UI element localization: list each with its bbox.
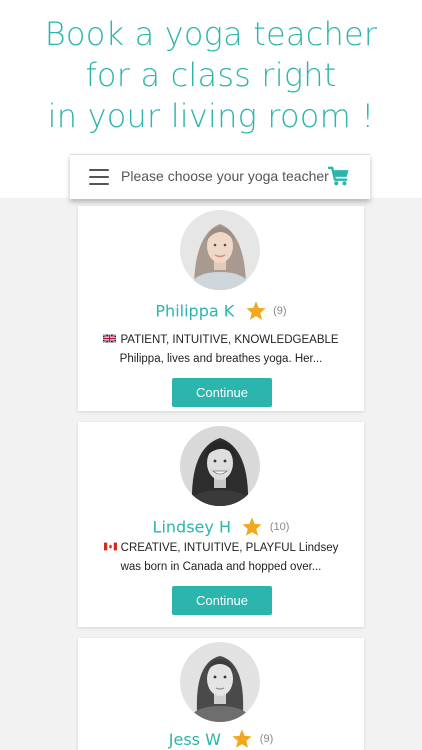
teacher-description: PATIENT, INTUITIVE, KNOWLEDGEABLE Philip… [102, 331, 340, 369]
teacher-list[interactable]: Philippa K (9) PATIENT, INTUITIVE, KNOWL… [0, 198, 422, 750]
teacher-card[interactable]: Philippa K (9) PATIENT, INTUITIVE, KNOWL… [78, 206, 364, 411]
teacher-description: CREATIVE, INTUITIVE, PLAYFUL Lindsey was… [102, 539, 340, 577]
star-icon [232, 729, 252, 748]
teacher-name-row: Jess W (9) [78, 728, 364, 750]
teacher-photo [180, 642, 260, 722]
rating-count: (9) [273, 305, 287, 317]
teacher-card[interactable]: Lindsey H (10) CREATIVE, INTUITIVE, PLAY… [78, 422, 364, 627]
continue-button[interactable]: Continue [172, 378, 272, 407]
headline: Book a yoga teacher for a class right in… [0, 14, 422, 137]
teacher-photo [180, 426, 260, 506]
teacher-card[interactable]: Jess W (9) [78, 638, 364, 750]
teacher-name-row: Philippa K (9) [78, 300, 364, 322]
rating-count: (10) [269, 521, 290, 533]
description-text: CREATIVE, INTUITIVE, PLAYFUL Lindsey was… [120, 542, 339, 573]
canada-flag-icon [103, 542, 117, 551]
rating-count: (9) [259, 733, 274, 745]
teacher-name[interactable]: Philippa K [155, 302, 234, 321]
headline-line-1: Book a yoga teacher [44, 15, 378, 53]
headline-line-3: in your living room ! [47, 97, 375, 135]
headline-line-2: for a class right [85, 56, 337, 94]
continue-button[interactable]: Continue [172, 586, 272, 615]
teacher-photo [180, 210, 260, 290]
toolbar: Please choose your yoga teacher [70, 154, 370, 199]
teacher-name-row: Lindsey H (10) [78, 516, 364, 538]
description-text: PATIENT, INTUITIVE, KNOWLEDGEABLE Philip… [119, 334, 339, 365]
hamburger-menu-icon[interactable] [89, 169, 109, 185]
toolbar-prompt: Please choose your yoga teacher [121, 168, 329, 184]
teacher-name[interactable]: Lindsey H [153, 518, 231, 537]
star-icon [242, 517, 263, 536]
teacher-name[interactable]: Jess W [168, 729, 221, 750]
uk-flag-icon [103, 334, 117, 343]
star-icon [246, 301, 266, 320]
shopping-cart-icon[interactable] [328, 166, 350, 186]
